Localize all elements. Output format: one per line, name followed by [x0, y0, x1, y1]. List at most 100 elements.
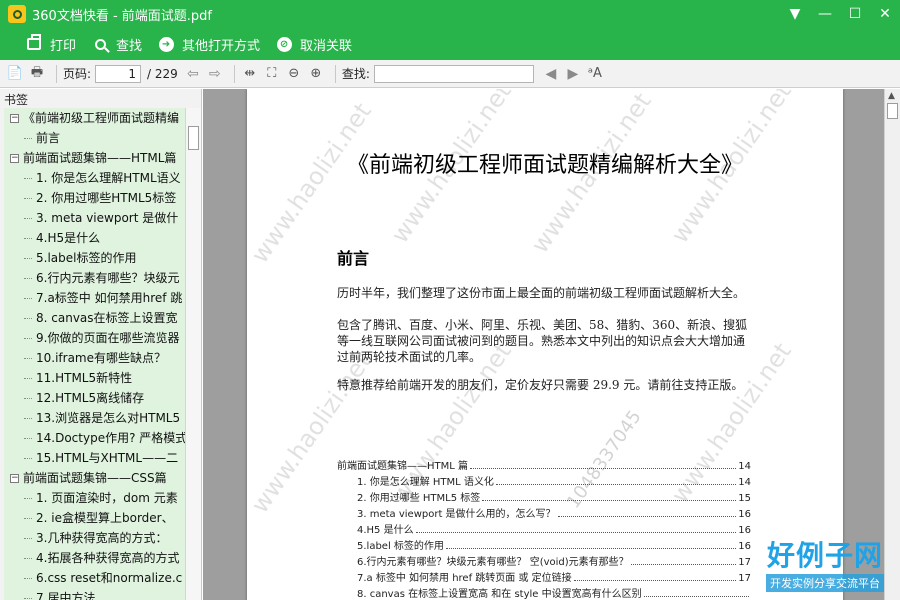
bookmark-label: 前端面试题集锦——HTML篇: [23, 151, 177, 165]
bookmark-item[interactable]: 13.浏览器是怎么对HTML5: [4, 408, 185, 428]
toc-row[interactable]: 6.行内元素有哪些？块级元素有哪些？ 空(void)元素有那些？ 17: [337, 553, 751, 569]
previous-page-icon[interactable]: ⇦: [184, 65, 202, 83]
bookmark-item[interactable]: 6.css reset和normalize.c: [4, 568, 185, 588]
find-button[interactable]: 查找: [86, 28, 152, 60]
match-case-icon[interactable]: ᵃA: [586, 65, 604, 83]
toc-row[interactable]: 4.H5 是什么 16: [337, 521, 751, 537]
tree-connector: [24, 217, 32, 219]
open-with-icon: ➜: [158, 36, 174, 52]
app-window: 360文档快看 - 前端面试题.pdf ▼ — ☐ ✕ 打印 查找 ➜ 其他打开…: [0, 0, 900, 600]
tree-collapse-icon[interactable]: −: [10, 473, 19, 483]
toc-row[interactable]: 7.a 标签中 如何禁用 href 跳转页面 或 定位链接 17: [337, 569, 751, 585]
open-file-icon[interactable]: 📄: [6, 65, 24, 83]
bookmark-item[interactable]: 9.你做的页面在哪些流览器: [4, 328, 185, 348]
toc-leader: [573, 580, 737, 581]
bookmark-item[interactable]: − 前端面试题集锦——HTML篇: [4, 148, 185, 168]
tree-collapse-icon[interactable]: −: [10, 153, 19, 163]
find-previous-icon[interactable]: ◀: [542, 65, 560, 83]
paragraph: 特意推荐给前端开发的朋友们，定价友好只需要 29.9 元。请前往支持正版。: [337, 378, 744, 392]
bookmark-label: 前言: [36, 131, 61, 145]
fit-page-icon[interactable]: ⛶: [263, 65, 281, 83]
document-scrollbar[interactable]: ▲: [884, 89, 900, 600]
tree-connector: [24, 337, 32, 339]
window-controls: ▼ — ☐ ✕: [780, 0, 900, 28]
print-icon: [26, 34, 42, 52]
toc-row[interactable]: 前端面试题集锦——HTML 篇 14: [337, 457, 751, 473]
search-icon: [92, 36, 108, 52]
bookmark-item[interactable]: 前言: [4, 128, 185, 148]
fit-width-icon[interactable]: ⇹: [241, 65, 259, 83]
bookmark-item[interactable]: 15.HTML与XHTML——二: [4, 448, 185, 468]
find-next-icon[interactable]: ▶: [564, 65, 582, 83]
scroll-up-icon[interactable]: ▲: [888, 91, 895, 101]
document-scroll-thumb[interactable]: [887, 103, 898, 119]
bookmark-item[interactable]: 14.Doctype作用? 严格模式: [4, 428, 185, 448]
tree-connector: [24, 297, 32, 299]
bookmark-item[interactable]: 2. ie盒模型算上border、: [4, 508, 185, 528]
bookmark-item[interactable]: 1. 页面渲染时，dom 元素: [4, 488, 185, 508]
toolbar-divider: [233, 64, 235, 83]
bookmark-label: 1. 你是怎么理解HTML语义: [36, 171, 181, 185]
bookmark-item[interactable]: 7.a标签中 如何禁用href 跳: [4, 288, 185, 308]
bookmark-item[interactable]: 3. meta viewport 是做什: [4, 208, 185, 228]
printer-icon[interactable]: 🖶: [28, 65, 46, 83]
toc-page-number: 16: [738, 509, 751, 520]
tree-connector: [24, 517, 32, 519]
menu-dropdown-icon[interactable]: ▼: [780, 0, 810, 28]
bookmark-item[interactable]: 8. canvas在标签上设置宽: [4, 308, 185, 328]
zoom-in-icon[interactable]: ⊕: [307, 65, 325, 83]
print-button[interactable]: 打印: [20, 28, 86, 60]
pdf-toolbar: 📄 🖶 页码: / 229 ⇦ ⇨ ⇹ ⛶ ⊖ ⊕ 查找: ◀ ▶ ᵃA: [0, 60, 900, 88]
print-label: 打印: [50, 38, 77, 54]
bookmark-item[interactable]: − 《前端初级工程师面试题精编: [4, 108, 185, 128]
page-number-input[interactable]: [95, 64, 142, 83]
zoom-out-icon[interactable]: ⊖: [285, 65, 303, 83]
toc-leader: [482, 500, 737, 501]
toc-title: 1. 你是怎么理解 HTML 语义化: [357, 477, 494, 488]
bookmark-item[interactable]: 3.几种获得宽高的方式：: [4, 528, 185, 548]
tree-collapse-icon[interactable]: −: [10, 113, 19, 123]
bookmark-label: 《前端初级工程师面试题精编: [23, 111, 180, 125]
bookmark-tree: − 《前端初级工程师面试题精编 前言 − 前端面试题集锦——HTML篇 1. 你是怎么理解…: [4, 108, 185, 600]
close-button[interactable]: ✕: [870, 0, 900, 28]
toc-leader: [445, 548, 737, 549]
logo-sub-text: 开发实例分享交流平台: [766, 574, 884, 592]
bookmark-item[interactable]: 6.行内元素有哪些？块级元: [4, 268, 185, 288]
bookmark-item[interactable]: 2. 你用过哪些HTML5标签: [4, 188, 185, 208]
bookmark-item[interactable]: 11.HTML5新特性: [4, 368, 185, 388]
bookmark-item[interactable]: 1. 你是怎么理解HTML语义: [4, 168, 185, 188]
toc-title: 5.label 标签的作用: [357, 541, 444, 552]
toc-leader: [470, 468, 737, 469]
bookmark-scrollbar[interactable]: [185, 108, 201, 600]
bookmark-item[interactable]: 4.拓展各种获得宽高的方式: [4, 548, 185, 568]
bookmark-item[interactable]: 4.H5是什么: [4, 228, 185, 248]
minimize-button[interactable]: —: [810, 0, 840, 28]
find-input[interactable]: [373, 64, 534, 83]
unlink-button[interactable]: ⊘ 取消关联: [270, 28, 362, 60]
bookmark-item[interactable]: 10.iframe有哪些缺点？: [4, 348, 185, 368]
maximize-button[interactable]: ☐: [840, 0, 870, 28]
tree-connector: [24, 357, 32, 359]
toc-row[interactable]: 2. 你用过哪些 HTML5 标签 15: [337, 489, 751, 505]
tree-connector: [24, 497, 32, 499]
toc-row[interactable]: 1. 你是怎么理解 HTML 语义化 14: [337, 473, 751, 489]
bookmark-item[interactable]: − 前端面试题集锦——CSS篇: [4, 468, 185, 488]
bookmark-item[interactable]: 7.居中方法: [4, 588, 185, 600]
bookmark-scroll-thumb[interactable]: [188, 126, 199, 150]
bookmark-item[interactable]: 5.label标签的作用: [4, 248, 185, 268]
watermark: www.haolizi.net: [247, 97, 377, 269]
toc-row[interactable]: 8. canvas 在标签上设置宽高 和在 style 中设置宽高有什么区别: [337, 585, 751, 600]
bookmark-label: 15.HTML与XHTML——二: [36, 451, 179, 465]
open-with-label: 其他打开方式: [182, 38, 261, 54]
app-logo-icon: [8, 5, 26, 23]
next-page-icon[interactable]: ⇨: [206, 65, 224, 83]
open-with-button[interactable]: ➜ 其他打开方式: [152, 28, 270, 60]
tree-connector: [24, 397, 32, 399]
toc-row[interactable]: 5.label 标签的作用 16: [337, 537, 751, 553]
toc-page-number: 14: [738, 477, 751, 488]
tree-connector: [24, 177, 32, 179]
toc-row[interactable]: 3. meta viewport 是做什么用的，怎么写？ 16: [337, 505, 751, 521]
bookmark-item[interactable]: 12.HTML5离线储存: [4, 388, 185, 408]
toc-title: 4.H5 是什么: [357, 525, 414, 536]
toc-leader: [643, 596, 749, 597]
